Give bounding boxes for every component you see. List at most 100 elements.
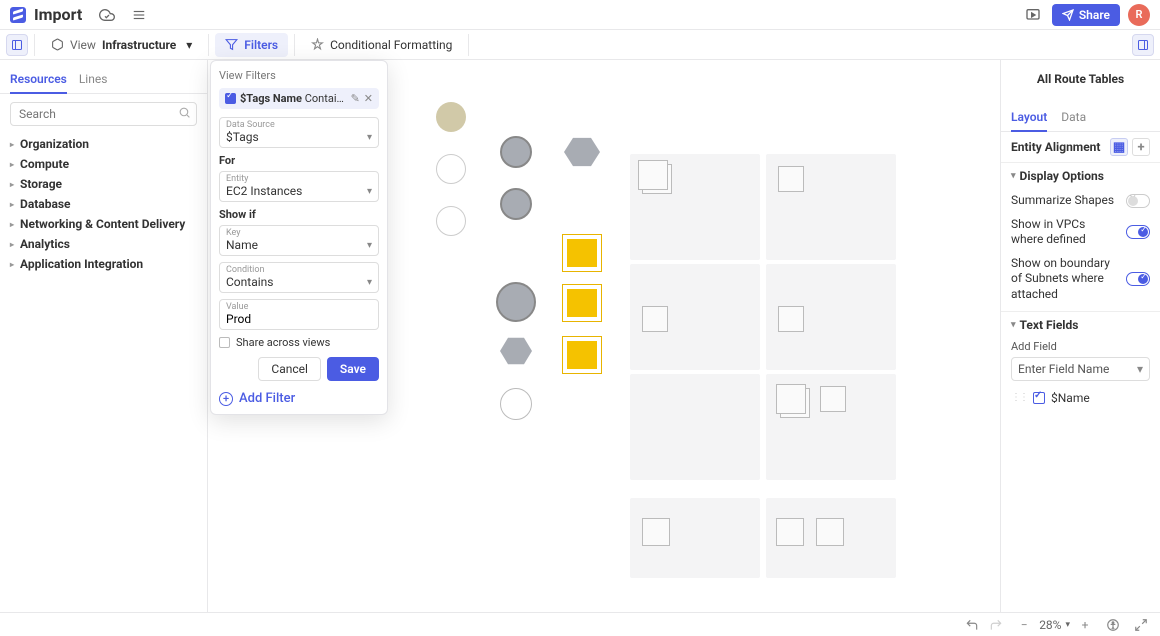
route-table-shape[interactable] bbox=[778, 306, 804, 332]
route-table-shape[interactable] bbox=[778, 166, 804, 192]
redo-button[interactable] bbox=[987, 616, 1005, 634]
present-icon[interactable] bbox=[1022, 4, 1044, 26]
subnet-group[interactable] bbox=[766, 154, 896, 260]
undo-button[interactable] bbox=[963, 616, 981, 634]
tab-resources[interactable]: Resources bbox=[10, 68, 67, 94]
save-button[interactable]: Save bbox=[327, 357, 379, 381]
subnet-group[interactable] bbox=[766, 264, 896, 370]
data-source-select[interactable]: Data Source $Tags▾ bbox=[219, 117, 379, 148]
shape-square[interactable] bbox=[562, 336, 602, 374]
caret-right-icon: ▸ bbox=[10, 240, 14, 249]
cloud-status-icon[interactable] bbox=[96, 4, 118, 26]
shape-circle[interactable] bbox=[436, 206, 466, 236]
zoom-out-button[interactable]: − bbox=[1015, 616, 1033, 634]
shape-circle[interactable] bbox=[496, 282, 536, 322]
tree-item-analytics[interactable]: ▸Analytics bbox=[10, 234, 197, 254]
subnet-group[interactable] bbox=[630, 264, 760, 370]
shape-circle[interactable] bbox=[500, 136, 532, 168]
menu-icon[interactable] bbox=[128, 4, 150, 26]
entity-select[interactable]: Entity EC2 Instances▾ bbox=[219, 171, 379, 202]
view-name: Infrastructure bbox=[102, 38, 176, 52]
display-options-toggle[interactable]: ▾ Display Options bbox=[1001, 163, 1160, 189]
cancel-button[interactable]: Cancel bbox=[258, 357, 321, 381]
tree-item-compute[interactable]: ▸Compute bbox=[10, 154, 197, 174]
caret-right-icon: ▸ bbox=[10, 260, 14, 269]
shape-circle[interactable] bbox=[436, 102, 466, 132]
share-label: Share across views bbox=[236, 336, 330, 349]
right-panel-toggle[interactable] bbox=[1132, 34, 1154, 56]
filter-checkbox[interactable] bbox=[225, 93, 236, 104]
close-icon[interactable]: ✕ bbox=[364, 92, 373, 105]
name-field-checkbox[interactable] bbox=[1033, 392, 1045, 404]
value-input[interactable] bbox=[226, 312, 372, 326]
add-filter-button[interactable]: + Add Filter bbox=[219, 391, 379, 406]
subnet-group[interactable] bbox=[766, 374, 896, 480]
condition-select[interactable]: Condition Contains▾ bbox=[219, 262, 379, 293]
key-select[interactable]: Key Name▾ bbox=[219, 225, 379, 256]
shape-hexagon[interactable] bbox=[500, 336, 532, 366]
view-selector[interactable]: View Infrastructure ▾ bbox=[41, 34, 202, 56]
fullscreen-button[interactable] bbox=[1132, 616, 1150, 634]
caret-down-icon: ▾ bbox=[367, 186, 372, 197]
tree-item-database[interactable]: ▸Database bbox=[10, 194, 197, 214]
share-button[interactable]: Share bbox=[1052, 4, 1120, 26]
shape-square[interactable] bbox=[562, 234, 602, 272]
caret-down-icon: ▾ bbox=[1137, 362, 1143, 376]
shape-square[interactable] bbox=[562, 284, 602, 322]
show-vpc-toggle[interactable]: ✓ bbox=[1126, 225, 1150, 239]
shape-hexagon[interactable] bbox=[564, 136, 600, 168]
conditional-formatting-button[interactable]: Conditional Formatting bbox=[301, 33, 462, 57]
tree-item-networking[interactable]: ▸Networking & Content Delivery bbox=[10, 214, 197, 234]
subnet-group[interactable] bbox=[766, 498, 896, 578]
route-table-shape[interactable] bbox=[776, 518, 804, 546]
rp-tab-data[interactable]: Data bbox=[1061, 106, 1086, 131]
accessibility-button[interactable] bbox=[1104, 616, 1122, 634]
caret-right-icon: ▸ bbox=[10, 200, 14, 209]
route-table-shape[interactable] bbox=[820, 386, 846, 412]
rp-tab-layout[interactable]: Layout bbox=[1011, 106, 1047, 132]
add-alignment-button[interactable]: + bbox=[1132, 138, 1150, 156]
route-table-shape[interactable] bbox=[642, 518, 670, 546]
filters-button[interactable]: Filters bbox=[215, 33, 288, 57]
show-subnet-label: Show on boundary of Subnets where attach… bbox=[1011, 256, 1120, 303]
search-icon bbox=[178, 106, 191, 122]
share-checkbox[interactable] bbox=[219, 337, 230, 348]
shape-circle[interactable] bbox=[500, 188, 532, 220]
route-table-shape[interactable] bbox=[638, 160, 668, 190]
filter-chip-text: $Tags Name Contains Prod bbox=[240, 92, 347, 105]
add-field-select[interactable]: Enter Field Name ▾ bbox=[1011, 357, 1150, 381]
subnet-group[interactable] bbox=[630, 154, 760, 260]
show-subnet-toggle[interactable]: ✓ bbox=[1126, 272, 1150, 286]
subnet-group[interactable] bbox=[630, 374, 760, 480]
edit-icon[interactable]: ✎ bbox=[351, 92, 360, 105]
summarize-toggle[interactable]: ✕ bbox=[1126, 194, 1150, 208]
for-label: For bbox=[219, 154, 379, 167]
align-center-button[interactable]: ▦ bbox=[1110, 138, 1128, 156]
zoom-select[interactable]: 28% ▾ bbox=[1039, 618, 1070, 632]
search-input[interactable] bbox=[10, 102, 197, 126]
left-panel-toggle[interactable] bbox=[6, 34, 28, 56]
view-label: View bbox=[70, 38, 96, 52]
shape-circle[interactable] bbox=[500, 388, 532, 420]
show-if-label: Show if bbox=[219, 208, 379, 221]
popover-title: View Filters bbox=[219, 69, 379, 82]
tree-item-organization[interactable]: ▸Organization bbox=[10, 134, 197, 154]
subnet-group[interactable] bbox=[630, 498, 760, 578]
tab-lines[interactable]: Lines bbox=[79, 68, 108, 93]
caret-right-icon: ▸ bbox=[10, 180, 14, 189]
app-logo bbox=[10, 7, 26, 23]
avatar[interactable]: R bbox=[1128, 4, 1150, 26]
zoom-in-button[interactable]: + bbox=[1076, 616, 1094, 634]
plus-icon: + bbox=[219, 392, 233, 406]
text-fields-toggle[interactable]: ▾ Text Fields bbox=[1001, 311, 1160, 338]
route-table-shape[interactable] bbox=[816, 518, 844, 546]
filter-chip[interactable]: $Tags Name Contains Prod ✎ ✕ bbox=[219, 88, 379, 109]
share-label: Share bbox=[1079, 8, 1110, 22]
drag-handle-icon[interactable]: ⋮⋮ bbox=[1011, 392, 1027, 403]
tree-item-storage[interactable]: ▸Storage bbox=[10, 174, 197, 194]
tree-item-application-integration[interactable]: ▸Application Integration bbox=[10, 254, 197, 274]
caret-down-icon: ▾ bbox=[367, 240, 372, 251]
route-table-shape[interactable] bbox=[642, 306, 668, 332]
shape-circle[interactable] bbox=[436, 154, 466, 184]
route-table-shape[interactable] bbox=[776, 384, 806, 414]
